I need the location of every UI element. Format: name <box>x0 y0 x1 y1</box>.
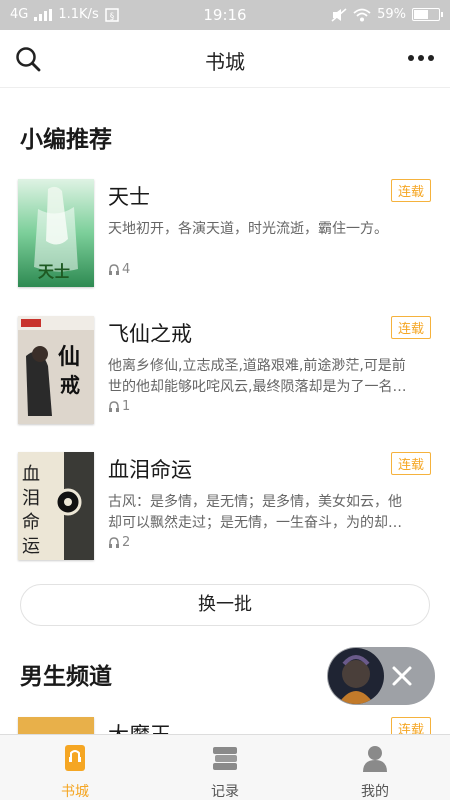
listen-count: 1 <box>108 399 130 414</box>
book-item[interactable]: 大魔王 连载 <box>18 717 433 734</box>
battery-icon <box>412 8 443 21</box>
section-title-editor-pick: 小编推荐 <box>20 127 112 153</box>
close-icon[interactable] <box>387 661 417 691</box>
book-title: 大魔王 <box>108 719 171 734</box>
tab-label: 书城 <box>61 784 89 800</box>
book-description: 天地初开，各演天道，时光流逝，霸住一方。 <box>108 221 388 237</box>
book-item[interactable]: 血 泪 命 运 血泪命运 古风：是多情，是无情；是多情，美女如云，他却可以飘然走… <box>18 452 433 562</box>
listen-count-value: 1 <box>122 399 131 414</box>
listen-count-value: 2 <box>122 535 131 550</box>
svg-text:运: 运 <box>22 536 40 557</box>
status-badge: 连载 <box>390 717 431 734</box>
svg-text:天士: 天士 <box>38 262 70 281</box>
svg-text:泪: 泪 <box>22 488 40 509</box>
book-title: 天士 <box>108 185 150 209</box>
status-badge: 连载 <box>390 179 431 202</box>
listen-count: 4 <box>108 262 130 277</box>
status-badge: 连载 <box>390 316 431 339</box>
tab-label: 记录 <box>211 784 239 800</box>
status-right: 59% <box>331 7 443 22</box>
main-content: 小编推荐 天士 天士 天地初开，各演天道，时光流逝，霸住一方。 连载 4 仙 戒… <box>0 89 450 734</box>
headphones-icon <box>109 400 119 412</box>
book-description: 古风：是多情，是无情；是多情，美女如云，他却可以飘然走过；是无情，一生奋斗，为的… <box>108 494 402 531</box>
player-avatar[interactable] <box>328 648 384 704</box>
book-cover: 仙 戒 <box>18 316 94 424</box>
tab-records[interactable]: 记录 <box>150 735 300 800</box>
listen-count-value: 4 <box>122 262 131 277</box>
tab-bar: 书城 记录 我的 <box>0 734 450 800</box>
book-description: 他离乡修仙,立志成圣,道路艰难,前途渺茫,可是前世的他却能够叱咤风云,最终陨落却… <box>108 358 407 395</box>
refresh-button[interactable]: 换一批 <box>20 584 430 626</box>
svg-text:血: 血 <box>22 464 40 485</box>
book-title: 飞仙之戒 <box>108 322 192 346</box>
status-bar: 4G 1.1K/s § 19:16 59% <box>0 0 450 30</box>
headphones-icon <box>109 536 119 548</box>
tab-bookstore[interactable]: 书城 <box>0 735 150 800</box>
status-badge: 连载 <box>390 452 431 475</box>
tab-mine[interactable]: 我的 <box>300 735 450 800</box>
book-item[interactable]: 天士 天士 天地初开，各演天道，时光流逝，霸住一方。 连载 4 <box>18 179 433 289</box>
svg-text:戒: 戒 <box>60 373 80 397</box>
more-icon[interactable] <box>408 50 436 66</box>
wifi-icon <box>353 8 371 21</box>
nav-bar: 书城 <box>0 30 450 88</box>
page-title: 书城 <box>205 50 245 74</box>
user-icon <box>363 746 387 772</box>
listen-count: 2 <box>108 535 130 550</box>
book-icon <box>65 745 85 771</box>
book-item[interactable]: 仙 戒 飞仙之戒 他离乡修仙,立志成圣,道路艰难,前途渺茫,可是前世的他却能够叱… <box>18 316 433 426</box>
records-icon <box>213 747 237 770</box>
book-cover <box>18 717 94 734</box>
section-title-male-channel: 男生频道 <box>20 664 112 690</box>
mute-icon <box>331 7 347 22</box>
headphones-icon <box>109 263 119 275</box>
floating-player[interactable] <box>327 647 435 705</box>
tab-label: 我的 <box>361 784 389 800</box>
battery-percent: 59% <box>377 7 406 22</box>
book-title: 血泪命运 <box>108 458 192 482</box>
book-cover: 血 泪 命 运 <box>18 452 94 560</box>
book-cover: 天士 <box>18 179 94 287</box>
svg-text:仙: 仙 <box>58 344 80 370</box>
svg-text:命: 命 <box>22 512 40 533</box>
